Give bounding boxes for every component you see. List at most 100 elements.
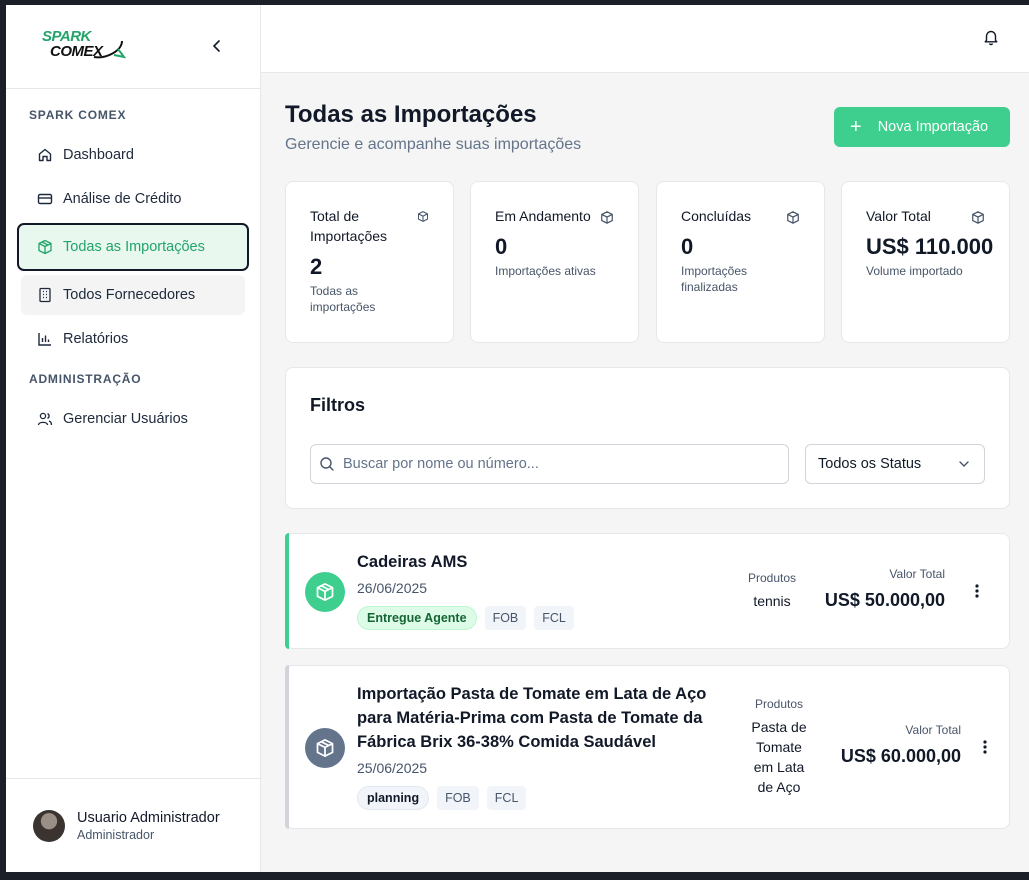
package-icon bbox=[600, 210, 614, 230]
search-icon bbox=[320, 457, 334, 471]
stat-value: 0 bbox=[681, 234, 694, 259]
more-vertical-icon bbox=[983, 740, 987, 754]
more-options-button[interactable] bbox=[967, 581, 987, 601]
products-label: Produtos bbox=[754, 697, 804, 711]
stat-desc: Volume importado bbox=[866, 264, 963, 278]
stat-desc: Importações ativas bbox=[495, 264, 596, 278]
sidebar-item-label: Todos Fornecedores bbox=[63, 287, 196, 303]
package-icon bbox=[417, 210, 429, 228]
bar-chart-icon bbox=[37, 331, 53, 347]
products-value: tennis bbox=[753, 593, 791, 609]
total-value-label: Valor Total bbox=[905, 723, 961, 737]
import-name: Cadeiras AMS bbox=[357, 553, 468, 571]
package-icon bbox=[316, 739, 334, 757]
main-content: Todas as Importações Gerencie e acompanh… bbox=[261, 5, 1029, 872]
status-accent-bar bbox=[285, 533, 289, 649]
status-filter-select[interactable]: Todos os Status bbox=[805, 444, 985, 484]
logo-row: SPARK COMEX bbox=[6, 5, 260, 89]
stat-card-total: Total de Importações 2 Todas as importaç… bbox=[285, 181, 454, 343]
sidebar-item-label: Todas as Importações bbox=[63, 239, 205, 255]
stat-title: Valor Total bbox=[866, 208, 931, 224]
collapse-sidebar-button[interactable] bbox=[206, 35, 228, 57]
stat-title: Em Andamento bbox=[495, 208, 591, 224]
incoterm-badge: FOB bbox=[437, 786, 479, 810]
new-import-button[interactable]: + Nova Importação bbox=[834, 107, 1010, 147]
import-tags: planning FOB FCL bbox=[357, 786, 527, 810]
status-select-value: Todos os Status bbox=[818, 456, 922, 472]
sidebar-item-credit-analysis[interactable]: Análise de Crédito bbox=[21, 179, 245, 219]
import-card[interactable]: Cadeiras AMS 26/06/2025 Entregue Agente … bbox=[285, 533, 1010, 649]
import-tags: Entregue Agente FOB FCL bbox=[357, 606, 574, 630]
chevron-left-icon bbox=[212, 40, 220, 52]
app-window: SPARK COMEX SPARK COMEX Dashboard Anális… bbox=[6, 5, 1029, 872]
new-import-label: Nova Importação bbox=[877, 119, 989, 135]
stat-card-completed: Concluídas 0 Importações finalizadas bbox=[656, 181, 825, 343]
user-name: Usuario Administrador bbox=[77, 809, 220, 826]
package-icon bbox=[37, 239, 53, 255]
sidebar-section-label: SPARK COMEX bbox=[29, 108, 127, 122]
import-date: 25/06/2025 bbox=[357, 760, 428, 776]
package-icon bbox=[971, 210, 985, 230]
page-subtitle: Gerencie e acompanhe suas importações bbox=[285, 136, 582, 153]
sidebar-item-all-imports[interactable]: Todas as Importações bbox=[17, 223, 249, 271]
more-vertical-icon bbox=[975, 584, 979, 598]
sidebar-item-label: Análise de Crédito bbox=[63, 191, 182, 207]
stat-title: Concluídas bbox=[681, 208, 752, 224]
credit-card-icon bbox=[37, 191, 53, 207]
status-accent-bar bbox=[285, 665, 289, 829]
building-icon bbox=[37, 287, 53, 303]
sidebar-item-label: Gerenciar Usuários bbox=[63, 411, 188, 427]
users-icon bbox=[37, 411, 53, 427]
more-options-button[interactable] bbox=[975, 737, 995, 757]
brand-logo[interactable]: SPARK COMEX bbox=[42, 29, 126, 65]
import-card[interactable]: Importação Pasta de Tomate em Lata de Aç… bbox=[285, 665, 1010, 829]
import-avatar bbox=[305, 728, 345, 768]
filters-panel: Filtros Todos os Status bbox=[285, 367, 1010, 509]
package-icon bbox=[316, 583, 334, 601]
products-label: Produtos bbox=[747, 571, 797, 585]
stat-value: 0 bbox=[495, 234, 508, 259]
total-value: US$ 60.000,00 bbox=[840, 746, 961, 766]
sidebar-item-label: Relatórios bbox=[63, 331, 129, 347]
page-title: Todas as Importações bbox=[285, 101, 537, 128]
search-input[interactable] bbox=[343, 456, 763, 472]
container-badge: FCL bbox=[534, 606, 574, 630]
incoterm-badge: FOB bbox=[484, 606, 527, 630]
sidebar-item-label: Dashboard bbox=[63, 147, 134, 163]
products-value: Pasta de Tomate em Lata de Aço bbox=[751, 719, 807, 795]
stat-desc: Todas as importações bbox=[310, 284, 376, 314]
notifications-button[interactable] bbox=[983, 29, 999, 51]
home-icon bbox=[37, 147, 53, 163]
status-badge: planning bbox=[357, 786, 430, 810]
avatar bbox=[33, 809, 65, 842]
sidebar-item-manage-users[interactable]: Gerenciar Usuários bbox=[21, 399, 245, 439]
sidebar-item-suppliers[interactable]: Todos Fornecedores bbox=[21, 275, 245, 315]
filters-title: Filtros bbox=[310, 395, 366, 415]
stat-title: Total de Importações bbox=[310, 208, 388, 244]
sidebar-item-reports[interactable]: Relatórios bbox=[21, 319, 245, 359]
logo-swoosh-icon bbox=[93, 40, 126, 59]
stat-card-in-progress: Em Andamento 0 Importações ativas bbox=[470, 181, 639, 343]
stat-value: US$ 110.000 bbox=[866, 234, 994, 259]
user-role: Administrador bbox=[77, 827, 155, 842]
package-icon bbox=[786, 210, 800, 230]
plus-icon: + bbox=[850, 116, 862, 138]
sidebar-item-dashboard[interactable]: Dashboard bbox=[21, 135, 245, 175]
chevron-down-icon bbox=[959, 461, 969, 467]
search-field[interactable] bbox=[310, 444, 789, 484]
stat-card-total-value: Valor Total US$ 110.000 Volume importado bbox=[841, 181, 1010, 343]
import-name: Importação Pasta de Tomate em Lata de Aç… bbox=[357, 685, 707, 751]
bell-icon bbox=[984, 30, 998, 46]
status-badge: Entregue Agente bbox=[357, 606, 477, 630]
user-profile[interactable]: Usuario Administrador Administrador bbox=[6, 778, 260, 872]
sidebar-section-label-admin: ADMINISTRAÇÃO bbox=[29, 372, 142, 386]
stat-desc: Importações finalizadas bbox=[681, 264, 748, 294]
container-badge: FCL bbox=[486, 786, 527, 810]
import-avatar bbox=[305, 572, 345, 612]
top-bar bbox=[261, 5, 1029, 73]
import-date: 26/06/2025 bbox=[357, 580, 428, 596]
total-value: US$ 50.000,00 bbox=[824, 590, 945, 610]
total-value-label: Valor Total bbox=[889, 567, 945, 581]
stat-value: 2 bbox=[310, 254, 323, 279]
sidebar: SPARK COMEX SPARK COMEX Dashboard Anális… bbox=[6, 5, 261, 872]
